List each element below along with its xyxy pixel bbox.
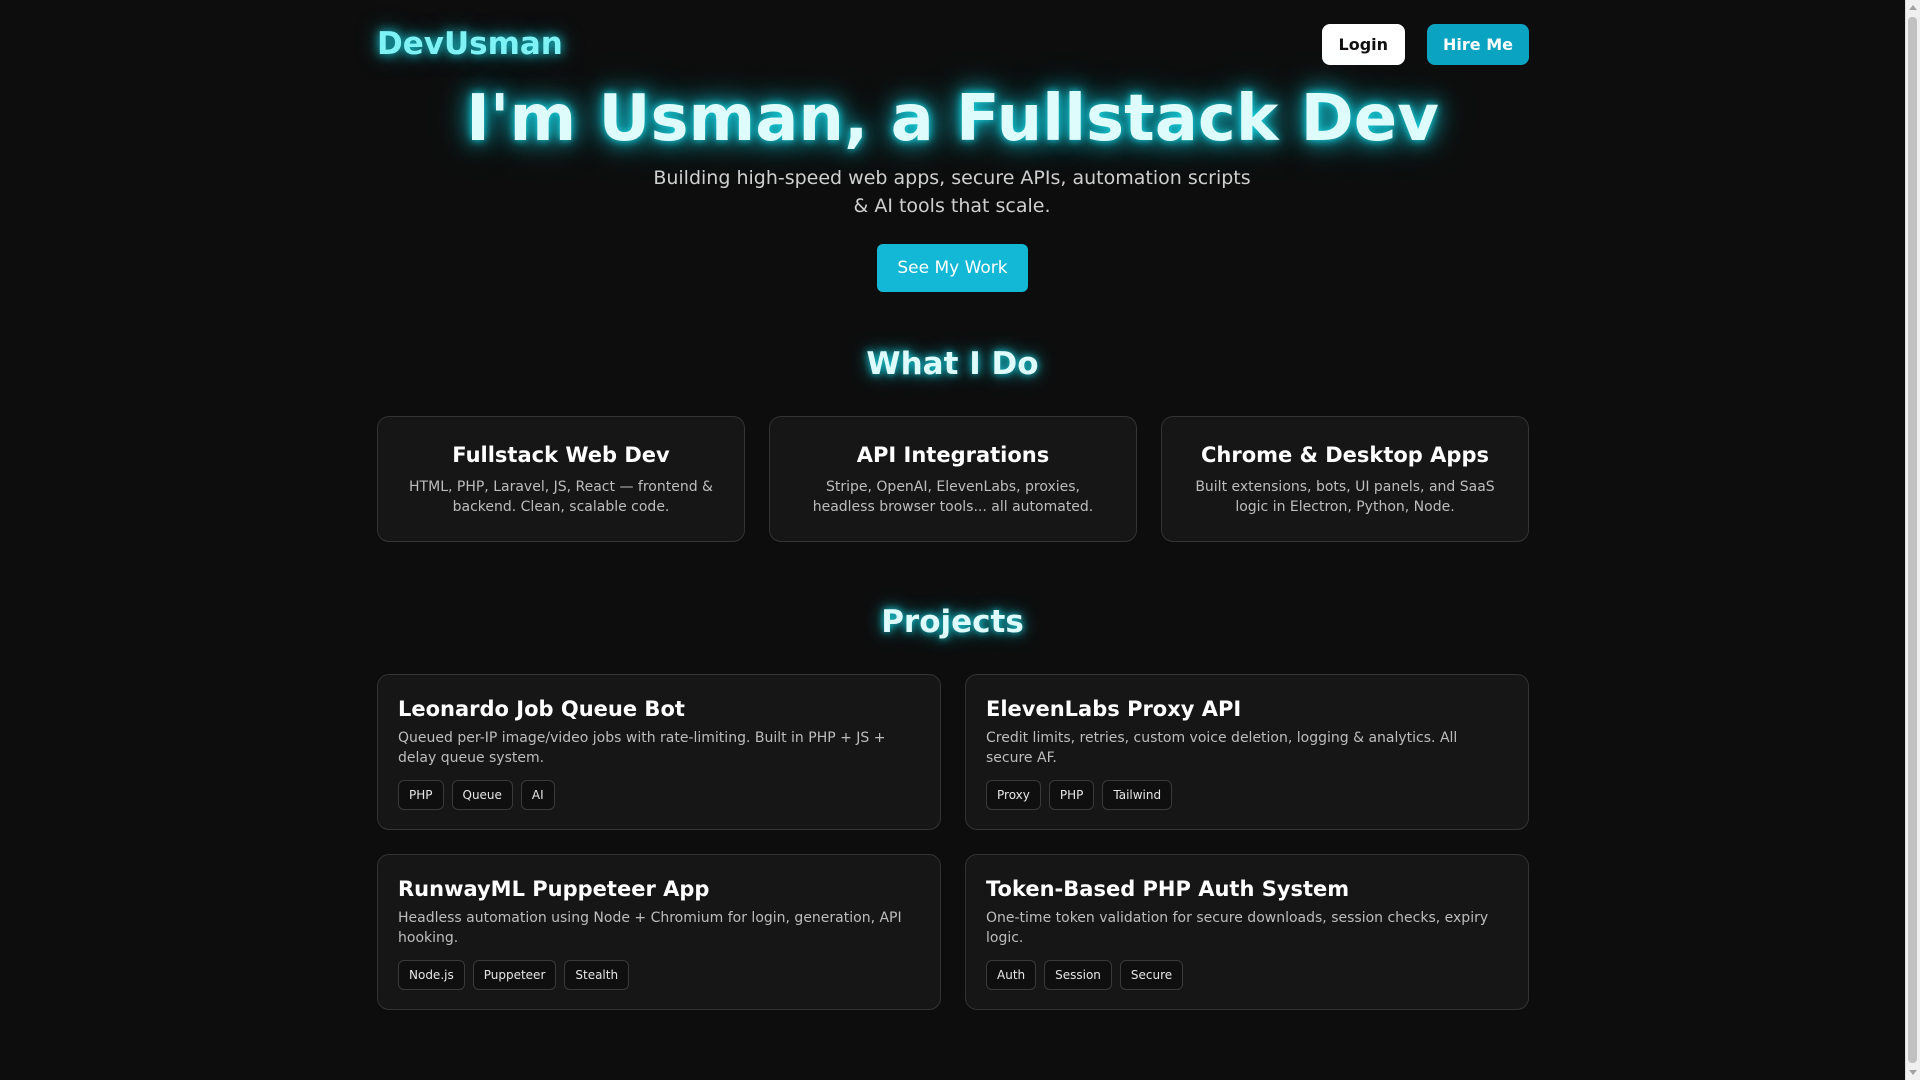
service-card: Chrome & Desktop Apps Built extensions, … bbox=[1161, 416, 1529, 542]
project-card: Leonardo Job Queue Bot Queued per-IP ima… bbox=[377, 674, 941, 830]
tag: Stealth bbox=[564, 960, 630, 990]
project-desc: Credit limits, retries, custom voice del… bbox=[986, 730, 1458, 766]
tag: Secure bbox=[1119, 960, 1184, 990]
tag: Auth bbox=[986, 960, 1037, 990]
nav-actions: Login Hire Me bbox=[1321, 23, 1529, 65]
navbar: DevUsman Login Hire Me bbox=[377, 22, 1529, 66]
projects-grid: Leonardo Job Queue Bot Queued per-IP ima… bbox=[377, 674, 1529, 1010]
project-card: RunwayML Puppeteer App Headless automati… bbox=[377, 854, 941, 1010]
services-grid: Fullstack Web Dev HTML, PHP, Laravel, JS… bbox=[377, 416, 1529, 542]
service-desc: Stripe, OpenAI, ElevenLabs, proxies, head… bbox=[812, 479, 1094, 515]
project-desc: One-time token validation for secure dow… bbox=[986, 910, 1489, 946]
login-button[interactable]: Login bbox=[1321, 23, 1406, 65]
service-title: Chrome & Desktop Apps bbox=[1201, 443, 1489, 467]
tag-list: PHP Queue AI bbox=[398, 780, 920, 810]
project-card: Token-Based PHP Auth System One-time tok… bbox=[965, 854, 1529, 1010]
project-title: Token-Based PHP Auth System bbox=[986, 877, 1350, 901]
tag-list: Node.js Puppeteer Stealth bbox=[398, 960, 920, 990]
tag-list: Auth Session Secure bbox=[986, 960, 1508, 990]
tag: Session bbox=[1044, 960, 1112, 990]
tag: Tailwind bbox=[1102, 780, 1173, 810]
scroll-down-icon[interactable] bbox=[1909, 1070, 1917, 1075]
project-desc: Queued per-IP image/video jobs with rate… bbox=[398, 730, 886, 766]
service-desc: Built extensions, bots, UI panels, and S… bbox=[1195, 479, 1495, 515]
tag: PHP bbox=[398, 780, 444, 810]
project-desc: Headless automation using Node + Chromiu… bbox=[398, 910, 902, 946]
scrollbar-thumb[interactable] bbox=[1908, 17, 1917, 1063]
hero-title: I'm Usman, a Fullstack Dev bbox=[466, 82, 1439, 156]
tag: Proxy bbox=[986, 780, 1041, 810]
tag: Node.js bbox=[398, 960, 465, 990]
project-title: RunwayML Puppeteer App bbox=[398, 877, 710, 901]
tag: Queue bbox=[451, 780, 513, 810]
hero-subtitle-line: Building high-speed web apps, secure API… bbox=[653, 167, 1251, 189]
service-title: Fullstack Web Dev bbox=[452, 443, 670, 467]
hero-subtitle-line: & AI tools that scale. bbox=[853, 195, 1051, 217]
projects-section-title: Projects bbox=[881, 604, 1024, 640]
service-card: Fullstack Web Dev HTML, PHP, Laravel, JS… bbox=[377, 416, 745, 542]
services-section-title: What I Do bbox=[866, 346, 1039, 382]
project-title: ElevenLabs Proxy API bbox=[986, 697, 1242, 721]
hero-subtitle: Building high-speed web apps, secure API… bbox=[652, 164, 1252, 220]
scroll-up-icon[interactable] bbox=[1909, 5, 1917, 10]
tag: PHP bbox=[1048, 780, 1095, 810]
service-desc: HTML, PHP, Laravel, JS, React — frontend… bbox=[409, 479, 713, 515]
page: DevUsman Login Hire Me I'm Usman, a Full… bbox=[0, 0, 1905, 1080]
hire-me-button[interactable]: Hire Me bbox=[1427, 23, 1529, 65]
tag-list: Proxy PHP Tailwind bbox=[986, 780, 1508, 810]
vertical-scrollbar[interactable] bbox=[1905, 0, 1920, 1080]
site-logo[interactable]: DevUsman bbox=[377, 26, 563, 62]
service-title: API Integrations bbox=[856, 443, 1050, 467]
see-my-work-button[interactable]: See My Work bbox=[877, 244, 1028, 292]
service-card: API Integrations Stripe, OpenAI, ElevenL… bbox=[769, 416, 1137, 542]
tag: Puppeteer bbox=[472, 960, 557, 990]
project-card: ElevenLabs Proxy API Credit limits, retr… bbox=[965, 674, 1529, 830]
tag: AI bbox=[520, 780, 555, 810]
project-title: Leonardo Job Queue Bot bbox=[398, 697, 685, 721]
